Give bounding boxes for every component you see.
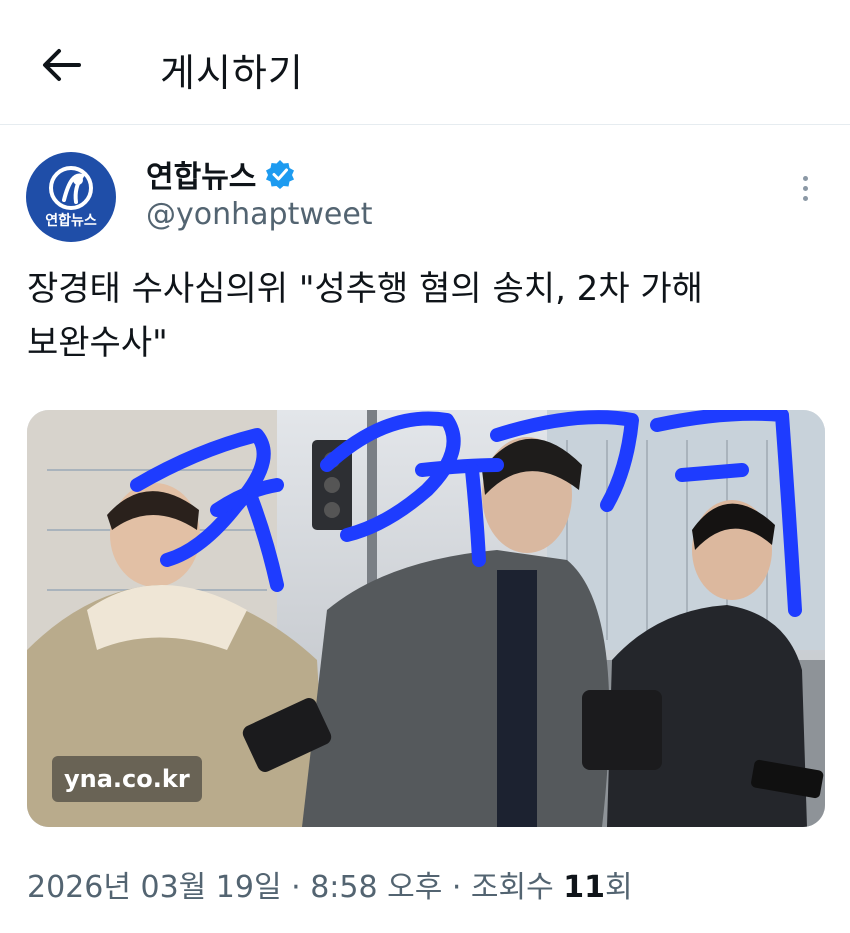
media-watermark: yna.co.kr	[52, 756, 202, 802]
back-button[interactable]	[36, 40, 86, 90]
meta-separator: ·	[442, 870, 471, 905]
tweet-text: 장경태 수사심의위 "성추행 혐의 송치, 2차 가해 보완수사"	[27, 262, 817, 370]
more-dot-icon	[802, 175, 808, 181]
meta-separator: ·	[281, 870, 311, 905]
tweet-media-photo[interactable]: yna.co.kr	[27, 410, 825, 827]
avatar[interactable]: 연합뉴스	[26, 152, 116, 242]
views-count: 11	[563, 870, 605, 905]
author-display-name[interactable]: 연합뉴스	[146, 152, 256, 196]
views-unit: 회	[605, 870, 633, 905]
tweet-text-line-1: 장경태 수사심의위 "성추행 혐의 송치, 2차 가해	[27, 269, 703, 309]
top-bar: 게시하기	[0, 0, 850, 125]
tweet-meta: 2026년 03월 19일 · 8:58 오후 · 조회수 11회	[27, 862, 633, 906]
author-handle[interactable]: @yonhaptweet	[146, 197, 373, 232]
more-options-button[interactable]	[790, 170, 820, 206]
avatar-label: 연합뉴스	[45, 213, 97, 229]
verified-badge-icon	[266, 160, 295, 189]
page-title: 게시하기	[160, 51, 304, 95]
author-name-row[interactable]: 연합뉴스	[146, 152, 296, 196]
more-dot-icon	[802, 185, 808, 191]
more-dot-icon	[802, 195, 808, 201]
tweet-time[interactable]: 8:58 오후	[310, 870, 442, 905]
tweet-text-line-2: 보완수사"	[27, 323, 168, 363]
views-label: 조회수	[470, 870, 564, 905]
arrow-left-icon	[43, 49, 81, 81]
tweet-date[interactable]: 2026년 03월 19일	[27, 870, 282, 905]
